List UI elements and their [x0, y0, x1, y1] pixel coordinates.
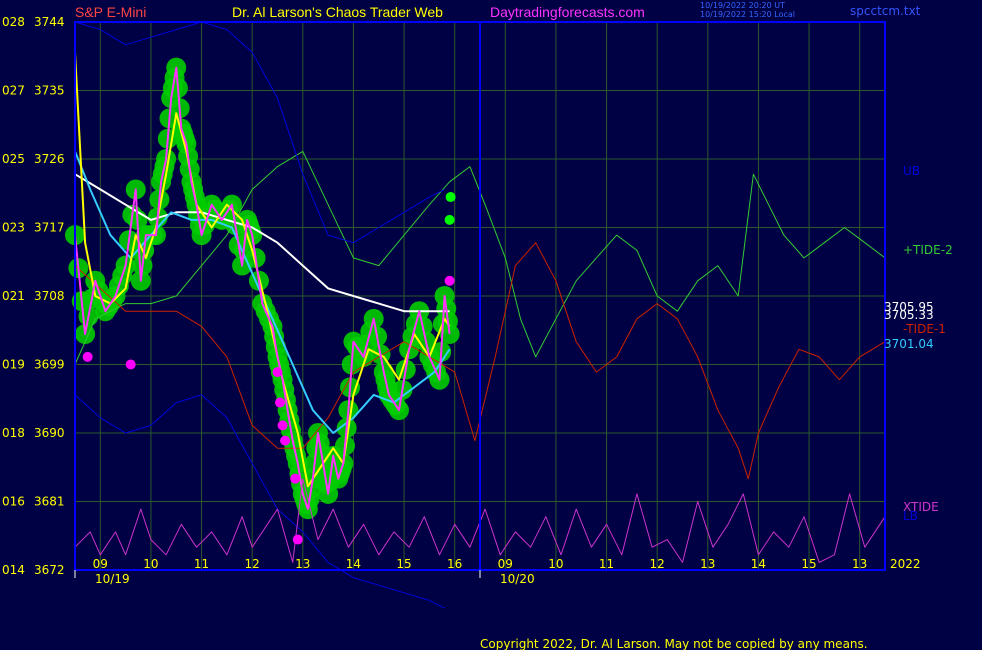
series-label: +TIDE-2 [903, 243, 953, 257]
marker-dot [275, 397, 286, 408]
y-tick-left: 016 [2, 495, 25, 509]
x-tick-label: 14 [751, 557, 766, 571]
x-tick-label: 13 [852, 557, 867, 571]
marker-dot [82, 351, 93, 362]
y-tick-left: 025 [2, 152, 25, 166]
marker-dot [444, 214, 455, 225]
y-tick-left: 023 [2, 221, 25, 235]
instrument-title: S&P E-Mini [75, 4, 146, 20]
y-tick-left: 021 [2, 289, 25, 303]
year-label: 2022 [890, 557, 921, 571]
timestamp-local: 10/19/2022 15:20 Local [700, 10, 795, 19]
x-tick-label: 15 [396, 557, 411, 571]
x-tick-label: 16 [447, 557, 462, 571]
site-url: Daytradingforecasts.com [490, 4, 645, 20]
marker-dot [290, 473, 301, 484]
y-tick-left: 027 [2, 84, 25, 98]
y-tick-right: 3708 [34, 289, 65, 303]
date-label: 10/19 [95, 572, 130, 586]
x-tick-label: 09 [93, 557, 108, 571]
series-label: 3701.04 [884, 337, 934, 351]
series-label: UB [903, 164, 920, 178]
x-tick-label: 10 [548, 557, 563, 571]
series-label: 3705.33 [884, 308, 934, 322]
marker-dot [280, 435, 291, 446]
series-label: -TIDE-1 [903, 322, 946, 336]
file-name: spcctcm.txt [850, 4, 921, 18]
x-tick-label: 12 [245, 557, 260, 571]
marker-dot [125, 359, 136, 370]
marker-dot [277, 420, 288, 431]
y-tick-left: 028 [2, 15, 25, 29]
x-tick-label: 09 [498, 557, 513, 571]
marker-dot [445, 192, 456, 203]
x-tick-label: 15 [801, 557, 816, 571]
y-tick-right: 3690 [34, 426, 65, 440]
y-tick-right: 3681 [34, 495, 65, 509]
copyright: Copyright 2022, Dr. Al Larson. May not b… [480, 637, 868, 650]
y-tick-left: 018 [2, 426, 25, 440]
marker-dot [292, 534, 303, 545]
x-tick-label: 13 [700, 557, 715, 571]
y-tick-right: 3735 [34, 84, 65, 98]
site-title: Dr. Al Larson's Chaos Trader Web [232, 4, 443, 20]
x-tick-label: 10 [143, 557, 158, 571]
series-label: LB [903, 509, 918, 523]
y-tick-right: 3672 [34, 563, 65, 577]
x-tick-label: 11 [194, 557, 209, 571]
x-tick-label: 14 [346, 557, 361, 571]
x-tick-label: 11 [599, 557, 614, 571]
y-tick-right: 3744 [34, 15, 65, 29]
y-tick-left: 014 [2, 563, 25, 577]
marker-dot [444, 275, 455, 286]
y-tick-right: 3699 [34, 358, 65, 372]
chart-canvas: 028 3744 027 3735 025 3726 023 3717 021 3708 019 36… [0, 0, 982, 650]
date-label: 10/20 [500, 572, 535, 586]
y-tick-right: 3717 [34, 221, 65, 235]
timestamp-ut: 10/19/2022 20:20 UT [700, 1, 785, 10]
y-tick-left: 019 [2, 358, 25, 372]
x-tick-label: 12 [650, 557, 665, 571]
marker-dot [272, 367, 283, 378]
x-tick-label: 13 [295, 557, 310, 571]
y-tick-right: 3726 [34, 152, 65, 166]
